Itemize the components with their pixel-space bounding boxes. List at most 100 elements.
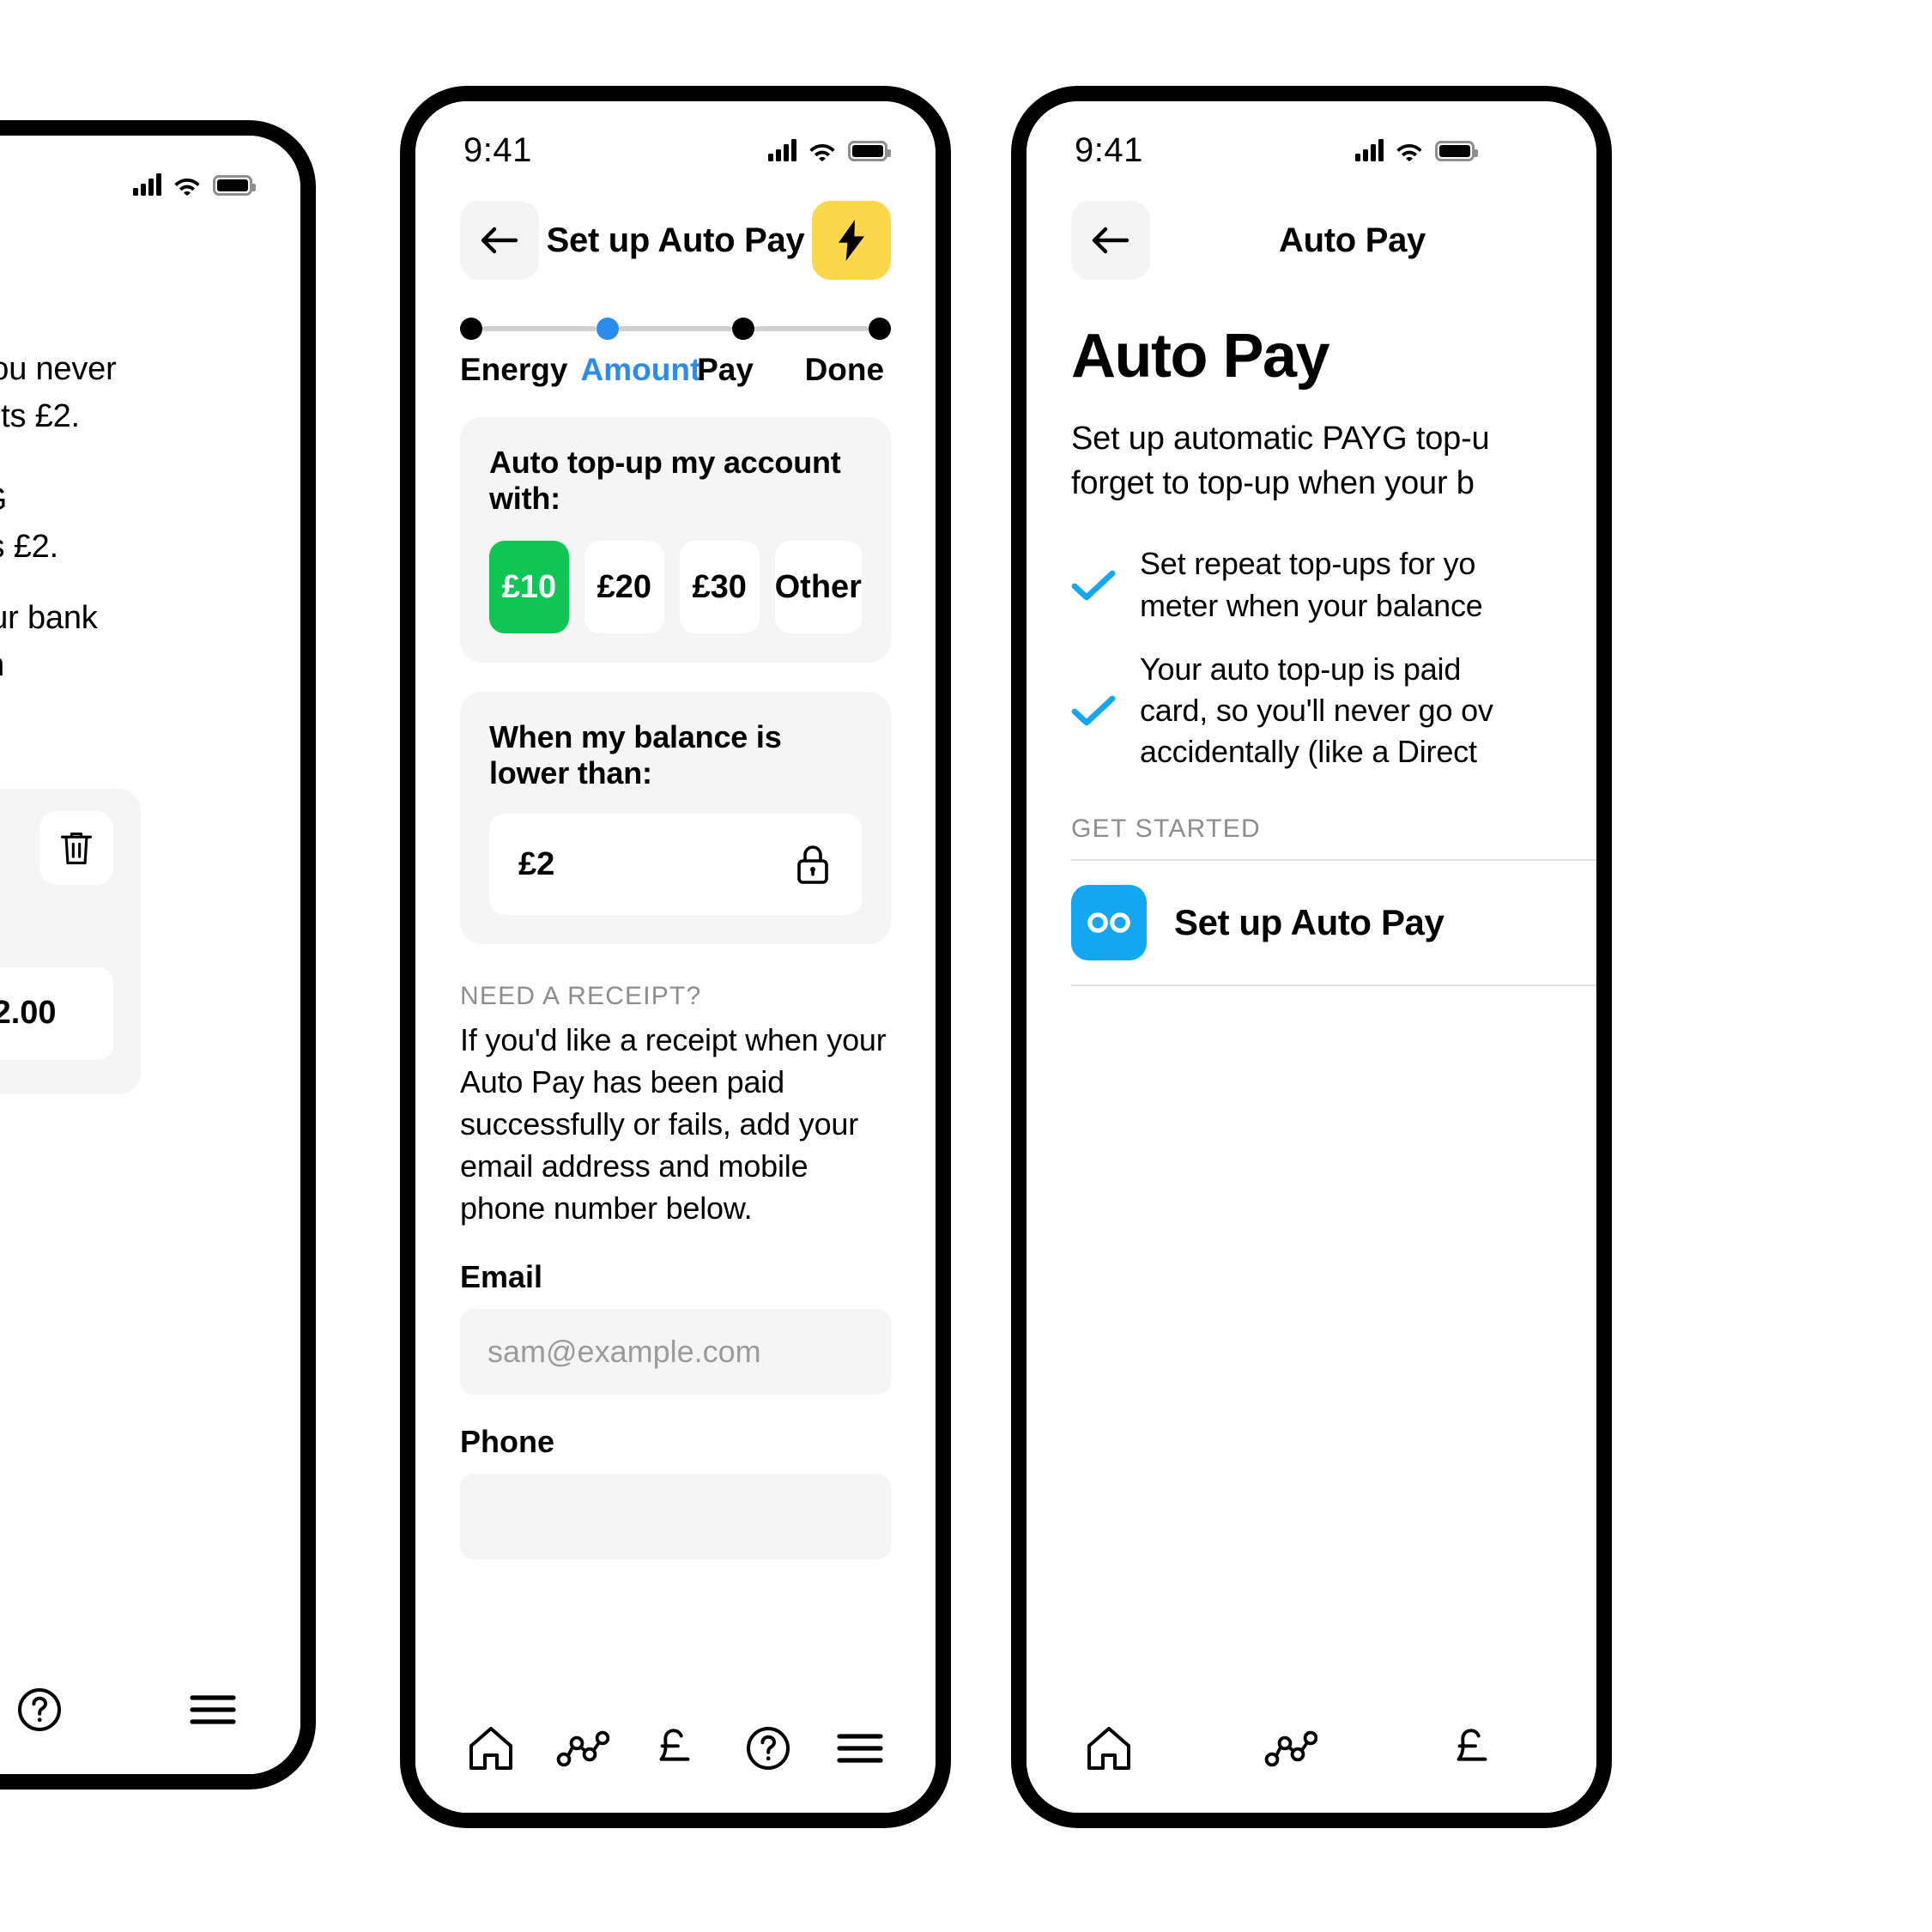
stepper-labels: Energy Amount Pay Done bbox=[460, 352, 891, 388]
battery-icon bbox=[1435, 141, 1478, 161]
benefit-item: Set repeat top-ups for yo meter when you… bbox=[1071, 543, 1596, 626]
tab-payments[interactable] bbox=[636, 1709, 715, 1788]
benefit-line-1: Your auto top-up is paid bbox=[1140, 651, 1462, 687]
benefit-line-2: meter when your balance bbox=[1140, 587, 1483, 623]
benefit-line-1: Set repeat top-ups for yo bbox=[1140, 546, 1476, 582]
tab-usage[interactable] bbox=[543, 1709, 622, 1788]
balance-threshold-title: When my balance is lower than: bbox=[489, 719, 782, 790]
credit-limit-chips: £2.00 bbox=[0, 966, 113, 1060]
step-dot-amount[interactable] bbox=[596, 318, 619, 340]
setup-stepper: Energy Amount Pay Done bbox=[415, 283, 936, 388]
status-time: 9:41 bbox=[463, 130, 532, 169]
left-text-line-2: when your balance hits £2. bbox=[0, 398, 80, 435]
step-dot-pay[interactable] bbox=[732, 318, 755, 340]
tab-menu[interactable] bbox=[821, 1709, 899, 1788]
phone-left-body: c PAYG top-ups so you never when your ba… bbox=[0, 272, 300, 1094]
tab-payments[interactable] bbox=[1433, 1709, 1512, 1788]
phone-frame-center: 9:41 Set up Auto Pay Energy Amount Pay D… bbox=[400, 86, 951, 1828]
check-icon bbox=[1071, 693, 1116, 728]
back-button[interactable] bbox=[1071, 201, 1150, 280]
status-icons bbox=[1355, 139, 1478, 161]
auto-pay-intro-line-1: Set up automatic PAYG top-u bbox=[1071, 421, 1490, 457]
auto-pay-benefits: Set repeat top-ups for yo meter when you… bbox=[1027, 506, 1596, 772]
step-label-amount: Amount bbox=[580, 352, 701, 387]
get-started-eyebrow: GET STARTED bbox=[1071, 814, 1262, 843]
benefit-text: Your auto top-up is paid card, so you'll… bbox=[1140, 649, 1493, 773]
step-dot-done[interactable] bbox=[869, 318, 892, 340]
cellular-signal-icon bbox=[1355, 139, 1384, 161]
receipt-eyebrow: NEED A RECEIPT? bbox=[460, 982, 702, 1010]
tab-help[interactable] bbox=[729, 1709, 808, 1788]
step-bar-3 bbox=[754, 326, 869, 331]
auto-pay-heading: Auto Pay bbox=[1071, 322, 1330, 391]
nav-bar-right: Auto Pay bbox=[1027, 180, 1596, 283]
page-title: Set up Auto Pay bbox=[546, 221, 805, 259]
page-title-left: Auto Pay bbox=[0, 215, 300, 272]
left-text-line-5: op-up is paid with your bank bbox=[0, 600, 98, 637]
benefit-line-2: card, so you'll never go ov bbox=[1140, 693, 1493, 729]
phone-right-screen: 9:41 Auto Pay Auto Pay Set up automatic … bbox=[1027, 101, 1596, 1813]
set-up-auto-pay-label: Set up Auto Pay bbox=[1174, 901, 1444, 942]
email-input[interactable]: sam@example.com bbox=[460, 1308, 891, 1395]
wifi-icon bbox=[173, 175, 201, 196]
email-label: Email bbox=[460, 1258, 543, 1294]
step-label-energy: Energy bbox=[460, 352, 568, 387]
lock-icon bbox=[793, 842, 833, 887]
step-bar-1 bbox=[482, 326, 597, 331]
divider-bottom bbox=[1071, 984, 1596, 986]
status-time: 9:41 bbox=[1075, 130, 1143, 169]
benefit-text: Set repeat top-ups for yo meter when you… bbox=[1140, 543, 1483, 626]
status-icons bbox=[768, 139, 891, 161]
tab-home[interactable] bbox=[1069, 1709, 1148, 1788]
benefit-item: Your auto top-up is paid card, so you'll… bbox=[1071, 649, 1596, 773]
battery-icon bbox=[213, 175, 256, 196]
auto-pay-intro-line-2: forget to top-up when your b bbox=[1071, 464, 1475, 501]
check-icon bbox=[1071, 568, 1116, 603]
phone-label: Phone bbox=[460, 1423, 555, 1459]
receipt-paragraph: If you'd like a receipt when your Auto P… bbox=[460, 1022, 887, 1226]
infinity-icon bbox=[1071, 884, 1147, 960]
cellular-signal-icon bbox=[133, 173, 161, 196]
auto-topup-amount-card: Auto top-up my account with: £10 £20 £30… bbox=[460, 417, 891, 663]
tab-menu[interactable] bbox=[173, 1670, 252, 1749]
amount-options: £10 £20 £30 Other bbox=[489, 541, 862, 633]
trash-icon[interactable] bbox=[39, 810, 113, 885]
phone-frame-left: Auto Pay c PAYG top-ups so you never whe… bbox=[0, 120, 316, 1790]
left-text-line-7: (like a Direct Debit). bbox=[0, 690, 300, 737]
step-dot-energy[interactable] bbox=[460, 318, 482, 340]
amount-option-10[interactable]: £10 bbox=[489, 541, 569, 633]
tab-bar-left bbox=[0, 1645, 300, 1774]
phone-center-screen: 9:41 Set up Auto Pay Energy Amount Pay D… bbox=[415, 101, 936, 1813]
wifi-icon bbox=[1396, 141, 1423, 161]
phone-frame-right: 9:41 Auto Pay Auto Pay Set up automatic … bbox=[1011, 86, 1612, 1828]
credit-limit-chip-value[interactable]: £2.00 bbox=[0, 966, 113, 1060]
status-bar-center: 9:41 bbox=[415, 101, 936, 180]
back-button[interactable] bbox=[460, 201, 539, 280]
tab-usage[interactable] bbox=[1251, 1709, 1330, 1788]
amount-option-30[interactable]: £30 bbox=[679, 541, 760, 633]
step-bar-2 bbox=[618, 326, 733, 331]
status-bar-left bbox=[0, 136, 300, 215]
amount-option-20[interactable]: £20 bbox=[584, 541, 664, 633]
step-label-done: Done bbox=[804, 352, 885, 387]
cellular-signal-icon bbox=[768, 139, 796, 161]
phone-input[interactable] bbox=[460, 1473, 891, 1560]
tab-help[interactable] bbox=[0, 1670, 79, 1749]
left-text-line-4: your balance reaches £2. bbox=[0, 529, 58, 566]
left-text-line-1: c PAYG top-ups so you never bbox=[0, 351, 117, 387]
left-text-line-3: op-ups for your PAYG bbox=[0, 476, 300, 524]
tab-home[interactable] bbox=[451, 1709, 530, 1788]
auto-topup-title: Auto top-up my account with: bbox=[489, 445, 841, 516]
battery-icon bbox=[848, 141, 891, 161]
nav-bar-center: Set up Auto Pay bbox=[415, 180, 936, 283]
benefit-line-3: accidentally (like a Direct bbox=[1140, 734, 1477, 770]
lightning-bolt-icon bbox=[837, 220, 866, 261]
step-label-pay: Pay bbox=[697, 352, 754, 387]
page-title: Auto Pay bbox=[1279, 221, 1426, 259]
quick-action-button[interactable] bbox=[812, 201, 891, 280]
screenshot-canvas: Auto Pay c PAYG top-ups so you never whe… bbox=[0, 0, 1932, 1932]
arrow-left-icon bbox=[1091, 226, 1130, 255]
set-up-auto-pay-row[interactable]: Set up Auto Pay bbox=[1027, 861, 1596, 984]
status-icons bbox=[133, 173, 256, 196]
amount-option-other[interactable]: Other bbox=[774, 541, 862, 633]
